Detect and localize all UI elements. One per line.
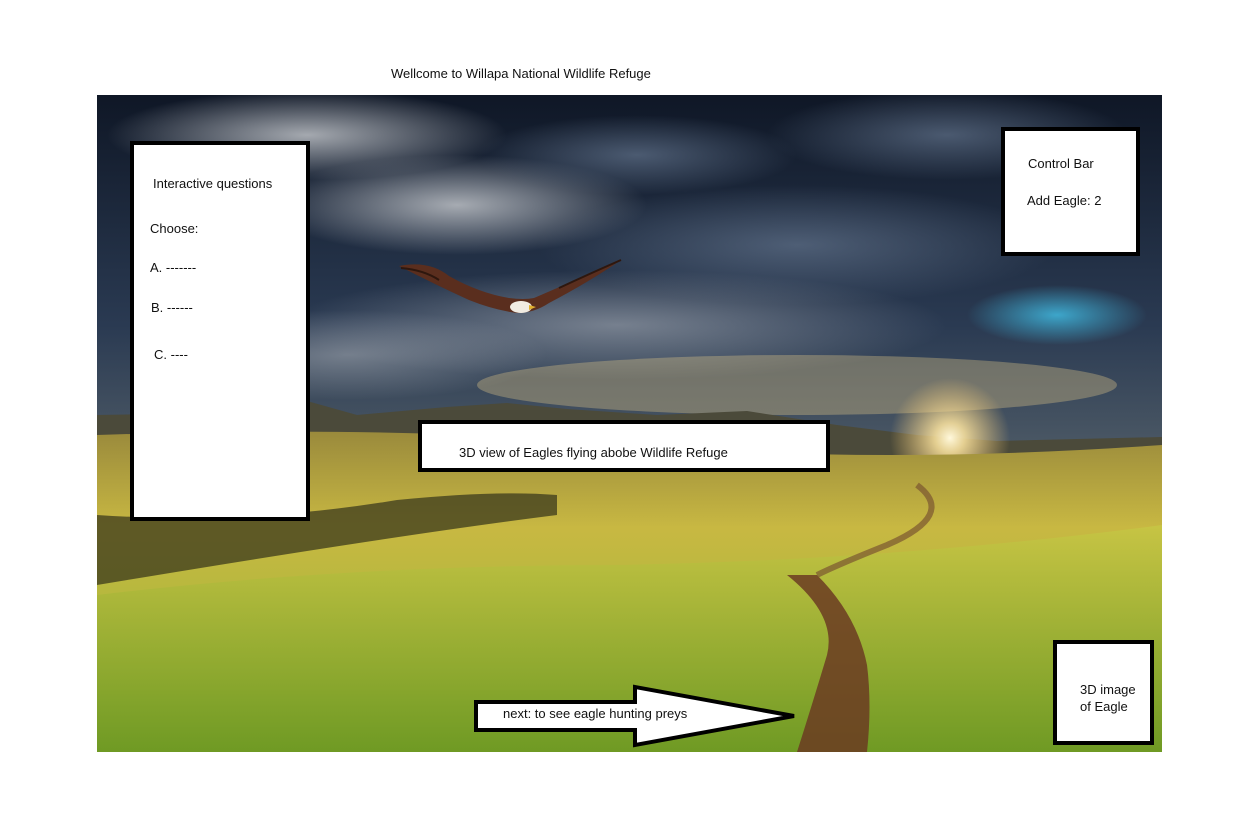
questions-prompt: Choose:: [150, 221, 199, 236]
answer-option-b[interactable]: B. ------: [151, 300, 193, 315]
eagle-3d-image-label: 3D image of Eagle: [1080, 682, 1136, 714]
answer-option-c[interactable]: C. ----: [154, 347, 188, 362]
next-button[interactable]: next: to see eagle hunting preys: [472, 684, 802, 748]
page-title: Wellcome to Willapa National Wildlife Re…: [391, 66, 651, 81]
next-button-label: next: to see eagle hunting preys: [503, 706, 688, 721]
add-eagle-control[interactable]: Add Eagle: 2: [1027, 193, 1101, 208]
interactive-questions-panel: Interactive questions Choose: A. -------…: [130, 141, 310, 521]
scene-caption: 3D view of Eagles flying abobe Wildlife …: [459, 445, 728, 460]
answer-option-a[interactable]: A. -------: [150, 260, 196, 275]
control-bar-title: Control Bar: [1028, 156, 1094, 171]
flying-eagle-icon: [399, 259, 622, 313]
control-bar-panel: Control Bar Add Eagle: 2: [1001, 127, 1140, 256]
eagle-3d-image-panel[interactable]: 3D image of Eagle: [1053, 640, 1154, 745]
scene-caption-box: 3D view of Eagles flying abobe Wildlife …: [418, 420, 830, 472]
questions-title: Interactive questions: [153, 176, 273, 191]
